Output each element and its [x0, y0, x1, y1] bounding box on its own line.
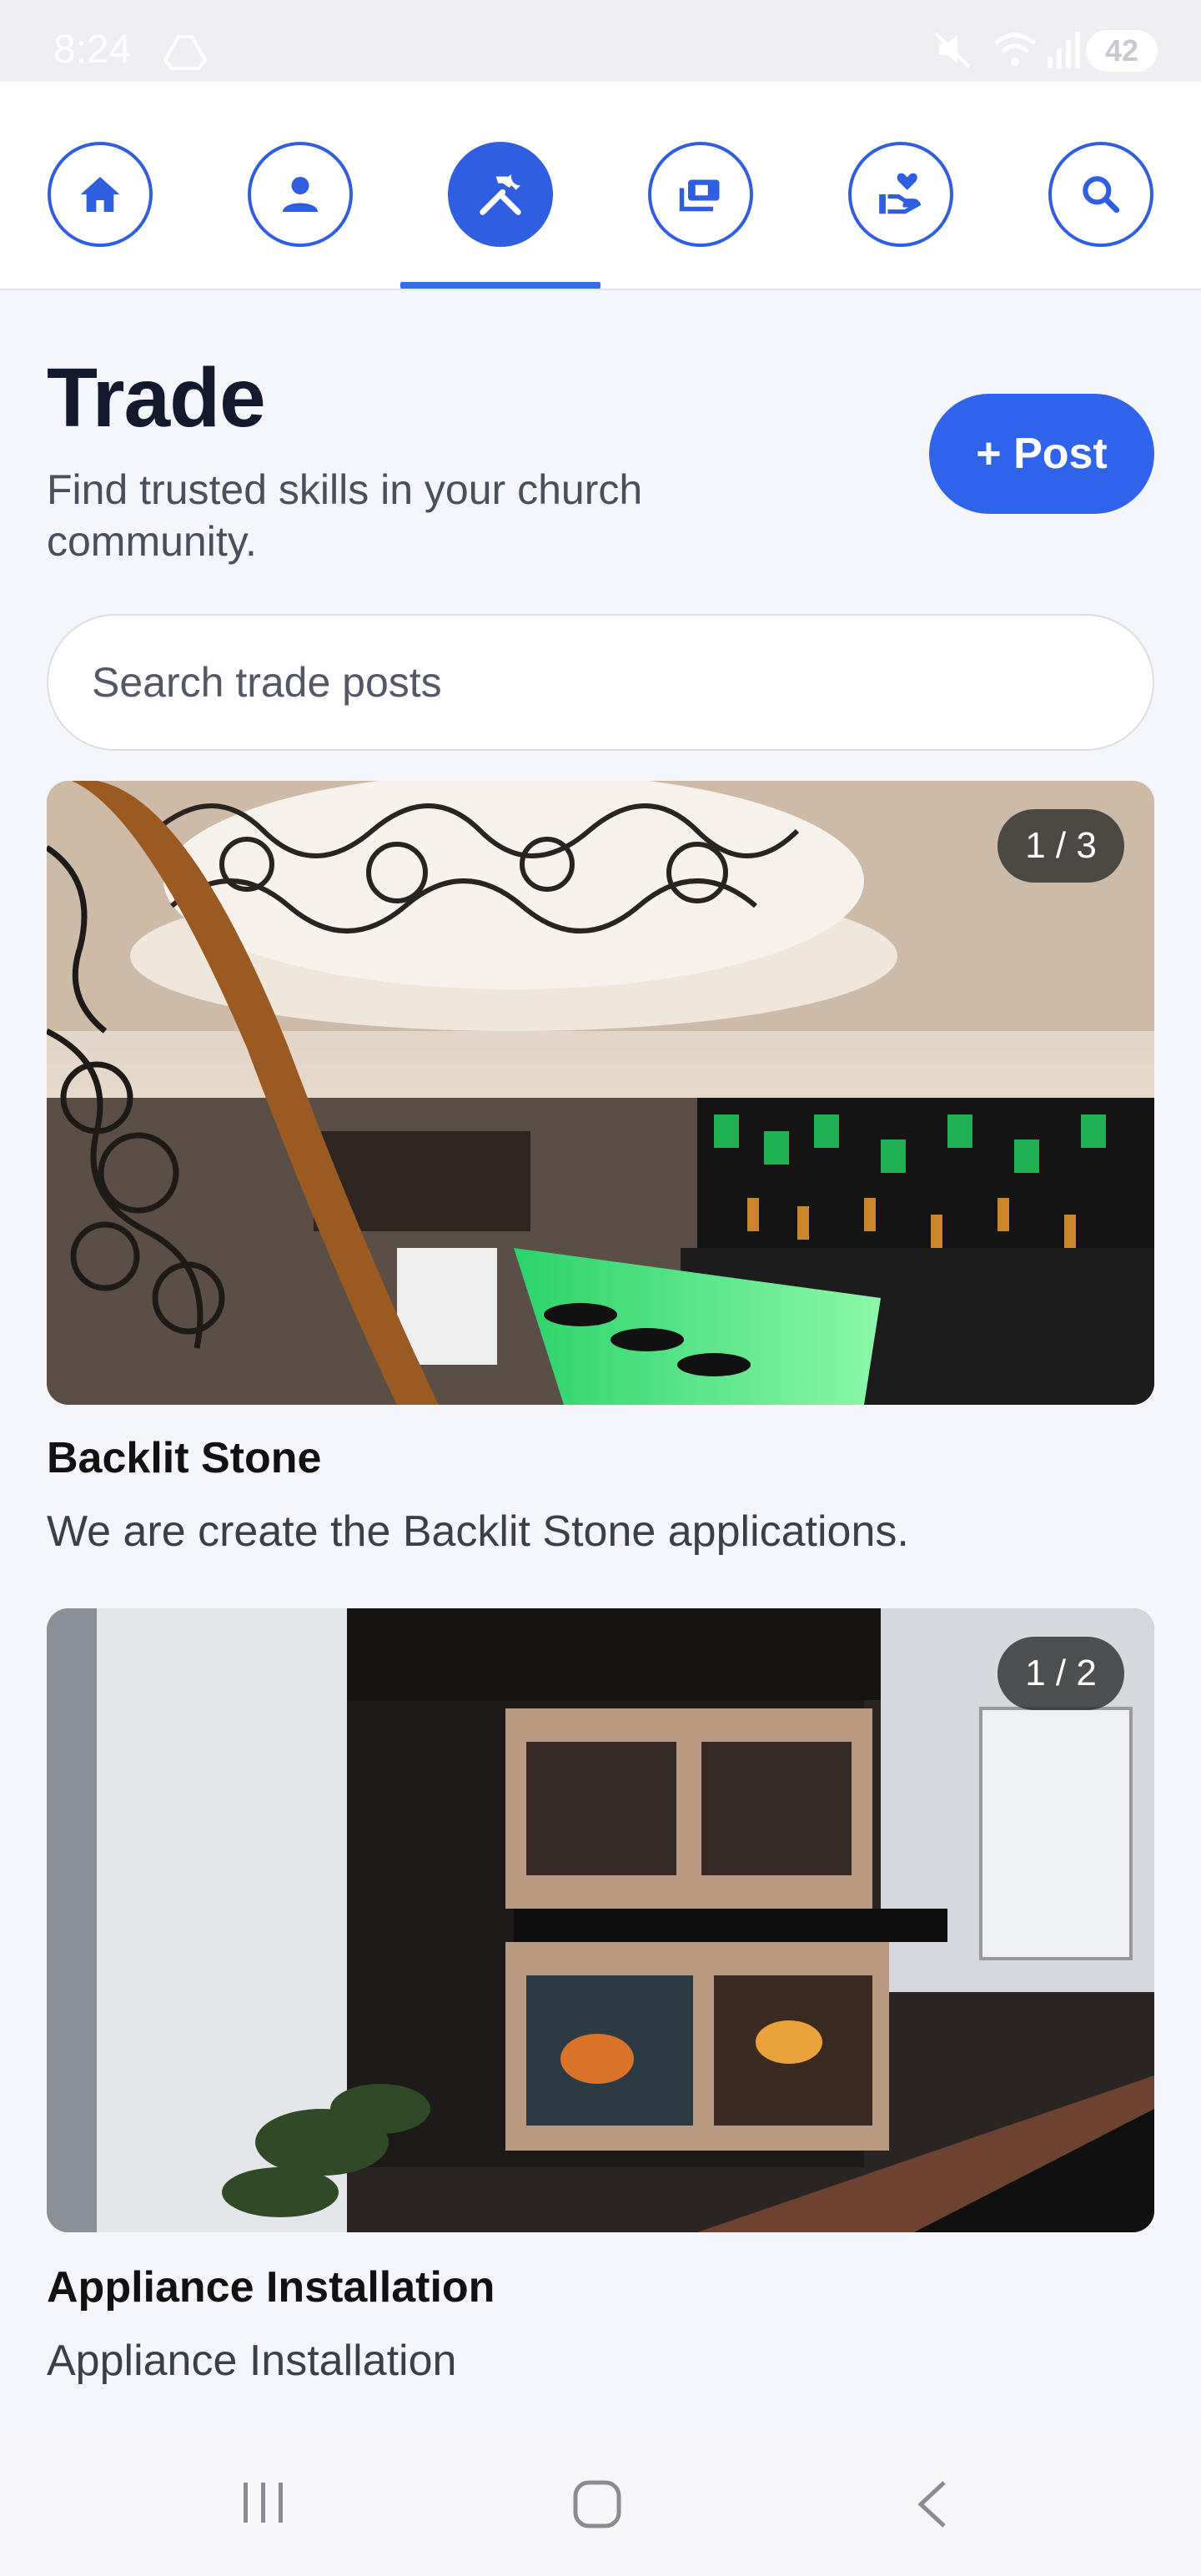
post-photo — [47, 1608, 1154, 2232]
battery-indicator: 42 — [1086, 30, 1158, 72]
recent-apps-icon[interactable] — [239, 2479, 289, 2526]
nav-profile[interactable] — [248, 142, 353, 247]
post-image-carousel[interactable]: 1 / 3 — [47, 781, 1154, 1405]
status-time: 8:24 — [53, 28, 132, 72]
nav-home[interactable] — [48, 142, 153, 247]
mute-icon — [934, 32, 971, 68]
nav-trade[interactable] — [448, 142, 553, 247]
image-counter-badge: 1 / 3 — [997, 809, 1124, 883]
post-image-carousel[interactable]: 1 / 2 — [47, 1608, 1154, 2232]
home-nav-icon[interactable] — [572, 2479, 622, 2529]
drive-icon — [163, 35, 207, 70]
nav-giving[interactable] — [848, 142, 953, 247]
post-description: We are create the Backlit Stone applicat… — [47, 1507, 909, 1556]
add-post-button[interactable]: + Post — [929, 394, 1154, 514]
status-bar: 8:24 42 — [0, 0, 1201, 82]
person-icon — [283, 177, 318, 212]
back-icon[interactable] — [912, 2479, 952, 2529]
tools-icon — [480, 174, 521, 215]
home-icon — [80, 177, 120, 212]
post-title[interactable]: Backlit Stone — [47, 1433, 321, 1483]
money-icon — [679, 179, 720, 212]
page-title: Trade — [47, 351, 266, 445]
search-icon — [1083, 176, 1120, 214]
signal-icon — [1048, 32, 1080, 68]
top-navigation — [0, 82, 1201, 290]
nav-search[interactable] — [1048, 142, 1153, 247]
search-input[interactable] — [47, 614, 1154, 751]
heart-hand-icon — [879, 173, 922, 214]
post-title[interactable]: Appliance Installation — [47, 2262, 495, 2312]
post-photo — [47, 781, 1154, 1405]
image-counter-badge: 1 / 2 — [997, 1637, 1124, 1710]
post-description: Appliance Installation — [47, 2337, 457, 2385]
system-navigation-bar — [0, 2434, 1201, 2576]
page-subtitle: Find trusted skills in your church commu… — [47, 466, 643, 565]
active-tab-indicator — [400, 282, 600, 289]
wifi-icon — [994, 33, 1036, 66]
nav-money[interactable] — [648, 142, 753, 247]
